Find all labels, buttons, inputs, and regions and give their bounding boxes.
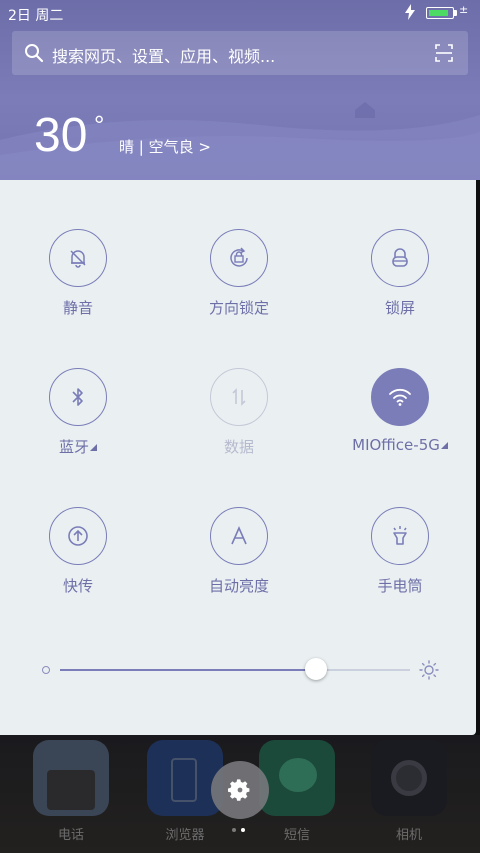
status-date: 2日 周二	[8, 8, 64, 24]
dock-app-browser-label: 浏览器	[165, 828, 205, 843]
phone-app-icon	[33, 740, 109, 816]
toggle-flashlight-circle[interactable]	[371, 507, 429, 565]
toggle-bluetooth-label: 蓝牙	[8, 436, 148, 457]
toggle-mobile-data[interactable]: 数据	[169, 368, 309, 478]
gear-icon	[228, 779, 250, 801]
toggle-bluetooth[interactable]: 蓝牙	[8, 368, 148, 478]
settings-button[interactable]	[211, 761, 269, 819]
toggle-quick-transfer[interactable]: 快传	[8, 507, 148, 617]
wifi-network-name: MIOffice-5G	[352, 436, 440, 454]
messages-app-icon	[259, 740, 335, 816]
brightness-low-icon	[42, 666, 50, 674]
flashlight-icon	[393, 526, 407, 545]
toggle-lock-screen-label: 锁屏	[384, 299, 415, 317]
search-icon	[25, 44, 44, 63]
toggle-wifi-circle[interactable]	[371, 368, 429, 426]
weather-temperature-unit: °	[94, 110, 105, 140]
weather-temperature[interactable]: 30	[34, 108, 87, 164]
dock-app-messages-label: 短信	[283, 828, 310, 843]
bluetooth-icon	[72, 388, 83, 406]
search-placeholder[interactable]: 搜索网页、设置、应用、视频...	[52, 43, 275, 67]
bluetooth-label-text: 蓝牙	[58, 438, 89, 456]
wifi-more-indicator	[440, 442, 448, 449]
toggle-wifi[interactable]: MIOffice-5G	[330, 368, 470, 478]
scan-icon[interactable]	[435, 44, 453, 62]
page-indicator	[232, 828, 252, 834]
page-dot	[232, 828, 236, 832]
rotation-lock-icon	[230, 247, 248, 267]
battery-icon	[426, 7, 454, 19]
toggle-auto-brightness[interactable]: 自动亮度	[169, 507, 309, 617]
charging-icon	[405, 4, 415, 20]
battery-fill	[429, 10, 448, 16]
toggle-mute-circle[interactable]	[49, 229, 107, 287]
toggle-auto-brightness-label: 自动亮度	[208, 577, 269, 595]
status-bar: 2日 周二 ±	[0, 0, 480, 28]
toggle-auto-brightness-circle[interactable]	[210, 507, 268, 565]
notification-header: 2日 周二 ± 搜索网页、设置、应用、视频... 30 ° 晴 | 空气良 >	[0, 0, 480, 180]
mute-bell-icon	[70, 250, 86, 268]
toggle-mobile-data-circle[interactable]	[210, 368, 268, 426]
battery-status-text: ±	[459, 3, 469, 16]
toggle-flashlight-label: 手电筒	[377, 577, 423, 595]
toggle-lock-screen[interactable]: 锁屏	[330, 229, 470, 339]
auto-brightness-icon	[231, 526, 247, 545]
toggle-mobile-data-label: 数据	[223, 438, 254, 456]
dock-app-camera-label: 相机	[395, 828, 422, 843]
browser-app-icon	[147, 740, 223, 816]
lock-icon	[392, 248, 408, 267]
mobile-data-icon	[232, 388, 246, 406]
battery-tip	[454, 10, 457, 16]
toggle-wifi-label: MIOffice-5G	[330, 436, 470, 454]
toggle-rotation-lock-label: 方向锁定	[208, 299, 269, 317]
brightness-high-icon	[419, 660, 439, 680]
toggle-rotation-lock-circle[interactable]	[210, 229, 268, 287]
search-bar[interactable]: 搜索网页、设置、应用、视频...	[12, 31, 468, 75]
toggle-bluetooth-circle[interactable]	[49, 368, 107, 426]
brightness-control	[0, 650, 476, 690]
camera-app-icon	[371, 740, 447, 816]
brightness-slider-fill	[60, 669, 316, 671]
toggle-quick-transfer-circle[interactable]	[49, 507, 107, 565]
brightness-slider-thumb[interactable]	[305, 658, 327, 680]
toggle-flashlight[interactable]: 手电筒	[330, 507, 470, 617]
quick-settings-panel: 静音 方向锁定 锁屏 蓝牙 数据 MIOffice-5G 快传 自动亮度 手电筒	[0, 180, 476, 735]
toggle-rotation-lock[interactable]: 方向锁定	[169, 229, 309, 339]
toggle-quick-transfer-label: 快传	[62, 577, 93, 595]
toggle-mute-label: 静音	[62, 299, 93, 317]
toggle-lock-screen-circle[interactable]	[371, 229, 429, 287]
toggle-mute[interactable]: 静音	[8, 229, 148, 339]
page-dot	[241, 828, 245, 832]
dock-app-phone-label: 电话	[57, 828, 84, 843]
wifi-icon	[389, 388, 411, 406]
weather-description[interactable]: 晴 | 空气良 >	[119, 136, 211, 157]
quick-transfer-icon	[68, 526, 88, 546]
bluetooth-more-indicator	[90, 444, 97, 451]
